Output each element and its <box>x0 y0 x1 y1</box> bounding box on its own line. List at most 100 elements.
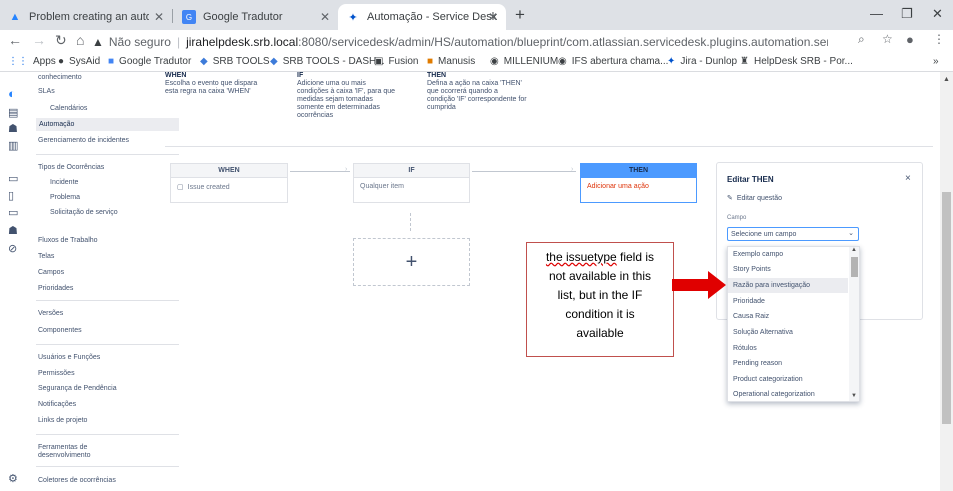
jira-icon: ✦ <box>667 56 676 67</box>
scroll-down-icon[interactable]: ▼ <box>851 393 857 399</box>
sidebar-item-telas[interactable]: Telas <box>38 253 54 260</box>
add-condition-button[interactable]: + <box>353 238 470 286</box>
warning-icon: ▲ <box>92 34 104 49</box>
bookmark-jira-dunlop[interactable]: ✦ Jira - Dunlop <box>667 56 737 67</box>
page-icon[interactable]: ▯ <box>8 189 14 202</box>
option-prioridade[interactable]: Prioridade <box>733 298 765 305</box>
sidebar-item-notificacoes[interactable]: Notificações <box>38 401 76 408</box>
field-options-list[interactable]: Exemplo campo Story Points Razão para in… <box>727 246 860 402</box>
tab-title: Automação - Service Desk <box>367 11 498 23</box>
diamond-icon: ◆ <box>200 56 208 67</box>
scroll-up-icon[interactable]: ▲ <box>943 76 950 83</box>
dashed-connector <box>410 213 411 231</box>
menu-icon[interactable]: ⋮ <box>933 32 945 46</box>
forward-icon[interactable]: → <box>32 32 46 48</box>
tab-problem-creating[interactable]: ▲ Problem creating an automation ✕ <box>0 4 172 30</box>
panel-title: Editar THEN <box>727 175 774 184</box>
option-operational-categorization[interactable]: Operational categorization <box>733 391 815 398</box>
when-trigger[interactable]: ▢ Issue created <box>171 178 287 196</box>
edit-question-link[interactable]: ✎ Editar questão <box>727 194 782 202</box>
more-bookmarks-icon[interactable]: » <box>933 56 939 67</box>
option-causa-raiz[interactable]: Causa Raiz <box>733 313 769 320</box>
add-action-link[interactable]: Adicionar uma ação <box>581 178 696 195</box>
annotation-callout: the issuetype field is not available in … <box>526 242 674 357</box>
arrow-head: › <box>345 166 348 173</box>
option-pending-reason[interactable]: Pending reason <box>733 360 782 367</box>
settings-gear-icon[interactable]: ⚙ <box>8 472 18 485</box>
customers-icon[interactable]: ☗ <box>8 122 18 135</box>
scroll-up-icon[interactable]: ▲ <box>851 247 857 253</box>
sidebar-item-calendarios[interactable]: Calendários <box>50 105 87 112</box>
bookmark-apps[interactable]: ⋮⋮ Apps <box>8 56 56 67</box>
sidebar-item-desenvolvimento[interactable]: desenvolvimento <box>38 452 91 459</box>
star-icon[interactable]: ☆ <box>882 32 893 46</box>
reports-icon[interactable]: ▥ <box>8 139 18 152</box>
servicedesk-icon[interactable]: ◐ <box>8 86 16 101</box>
bookmark-helpdesk[interactable]: ♜ HelpDesk SRB - Por... <box>740 56 853 67</box>
bookmark-srb-tools[interactable]: ◆ SRB TOOLS <box>200 56 270 67</box>
bookmark-ifs[interactable]: ◉ IFS abertura chama... <box>558 56 668 67</box>
compass-icon[interactable]: ⊘ <box>8 242 17 255</box>
sidebar-item-versoes[interactable]: Versões <box>38 310 63 317</box>
sidebar-item-usuarios-funcoes[interactable]: Usuários e Funções <box>38 354 100 361</box>
sidebar-item-solicitacao-servico[interactable]: Solicitação de serviço <box>50 209 118 216</box>
address-bar-row: ← → ↻ ⌂ ▲ Não seguro | jirahelpdesk.srb.… <box>0 30 953 53</box>
bookmark-srb-tools-dash[interactable]: ◆ SRB TOOLS - DASH... <box>270 56 385 67</box>
bookmark-millenium[interactable]: ◉ MILLENIUM <box>490 56 558 67</box>
sidebar-item-tipos-ocorrencias[interactable]: Tipos de Ocorrências <box>38 164 104 171</box>
page-scroll-thumb[interactable] <box>942 192 951 424</box>
add-person-icon[interactable]: ☗ <box>8 224 18 237</box>
sidebar-item-ferramentas[interactable]: Ferramentas de <box>38 444 87 451</box>
back-icon[interactable]: ← <box>8 32 22 48</box>
globe-icon: ◉ <box>490 56 499 67</box>
restore-button[interactable]: ❐ <box>901 6 913 22</box>
bookmark-google-tradutor[interactable]: ■ Google Tradutor <box>108 56 191 67</box>
new-tab-button[interactable]: + <box>515 5 525 25</box>
tab-automacao[interactable]: ✦ Automação - Service Desk ✕ <box>338 4 506 30</box>
sidebar-item-automacao[interactable]: Automação <box>36 118 179 131</box>
sidebar-item-coletores[interactable]: Coletores de ocorrências <box>38 477 116 484</box>
sidebar-item-gerenciamento-incidentes[interactable]: Gerenciamento de incidentes <box>38 137 129 144</box>
close-tab-icon[interactable]: ✕ <box>154 10 164 24</box>
option-exemplo-campo[interactable]: Exemplo campo <box>733 251 783 258</box>
reload-icon[interactable]: ↻ <box>55 32 67 49</box>
bookmark-fusion[interactable]: ▣ Fusion <box>374 56 418 67</box>
sidebar-item-slas[interactable]: SLAs <box>38 88 55 95</box>
close-window-button[interactable]: ✕ <box>932 6 943 22</box>
option-razao-investigacao[interactable]: Razão para investigação <box>733 282 810 289</box>
bookmark-manusis[interactable]: ■ Manusis <box>427 56 475 67</box>
bookmark-sysaid[interactable]: ● SysAid <box>58 56 100 67</box>
if-condition[interactable]: Qualquer item <box>354 178 469 195</box>
minimize-button[interactable]: — <box>870 6 883 21</box>
tab-google-tradutor[interactable]: G Google Tradutor ✕ <box>174 4 338 30</box>
feedback-icon[interactable]: ▭ <box>8 206 18 219</box>
queue-icon[interactable]: ▤ <box>8 106 18 119</box>
sidebar-item-seguranca-pendencia[interactable]: Segurança de Pendência <box>38 385 117 392</box>
close-tab-icon[interactable]: ✕ <box>320 10 330 24</box>
sidebar-item-campos[interactable]: Campos <box>38 269 64 276</box>
option-rotulos[interactable]: Rótulos <box>733 345 757 352</box>
sidebar-item-conhecimento[interactable]: conhecimento <box>38 74 82 81</box>
url-field[interactable]: ▲ Não seguro | jirahelpdesk.srb.local :8… <box>92 31 882 52</box>
sidebar-item-prioridades[interactable]: Prioridades <box>38 285 73 292</box>
sidebar-item-links-projeto[interactable]: Links de projeto <box>38 417 87 424</box>
when-box[interactable]: WHEN ▢ Issue created <box>170 163 288 203</box>
option-product-categorization[interactable]: Product categorization <box>733 376 803 383</box>
list-scroll-thumb[interactable] <box>851 257 858 277</box>
close-icon[interactable]: × <box>905 173 911 184</box>
then-box[interactable]: THEN Adicionar uma ação <box>580 163 697 203</box>
sidebar-item-incidente[interactable]: Incidente <box>50 179 78 186</box>
field-select[interactable]: Selecione um campo ⌄ <box>727 227 859 241</box>
sidebar-item-permissoes[interactable]: Permissões <box>38 370 75 377</box>
raise-request-icon[interactable]: ▭ <box>8 172 18 185</box>
sidebar-item-problema[interactable]: Problema <box>50 194 80 201</box>
sidebar-item-fluxos-trabalho[interactable]: Fluxos de Trabalho <box>38 237 98 244</box>
option-solucao-alternativa[interactable]: Solução Alternativa <box>733 329 793 336</box>
home-icon[interactable]: ⌂ <box>76 32 84 48</box>
if-box[interactable]: IF Qualquer item <box>353 163 470 203</box>
option-story-points[interactable]: Story Points <box>733 266 771 273</box>
close-tab-icon[interactable]: ✕ <box>488 10 498 24</box>
zoom-search-icon[interactable]: ⌕ <box>858 32 865 47</box>
sidebar-item-componentes[interactable]: Componentes <box>38 327 82 334</box>
profile-icon[interactable]: ● <box>906 32 914 47</box>
